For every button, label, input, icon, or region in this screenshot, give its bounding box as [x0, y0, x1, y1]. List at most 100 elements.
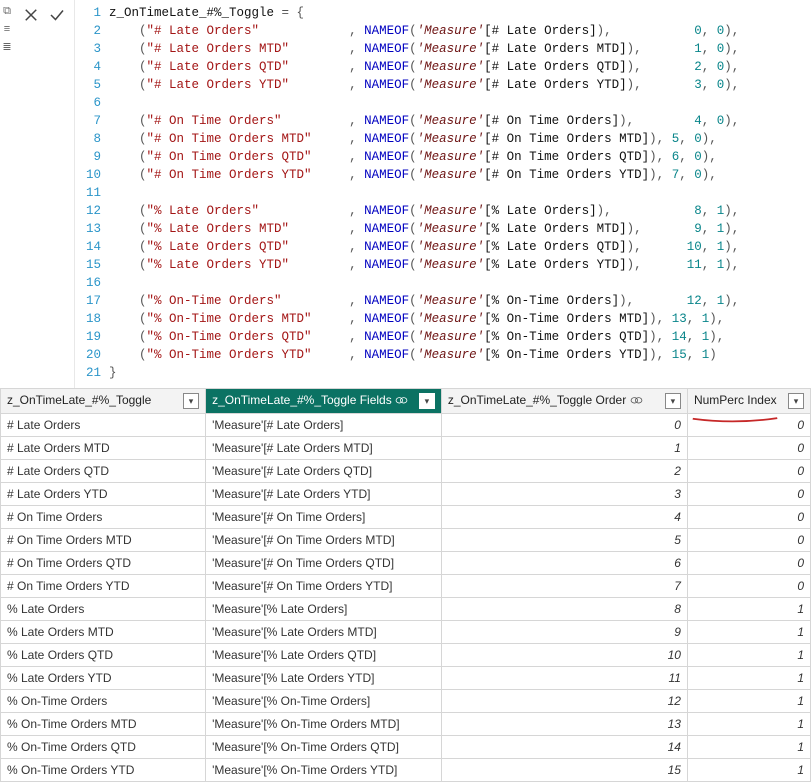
formula-toolbar — [14, 0, 74, 26]
column-header-numperc[interactable]: NumPerc Index ▾ — [687, 389, 810, 414]
table-row[interactable]: % Late Orders QTD'Measure'[% Late Orders… — [1, 644, 811, 667]
column-header-fields[interactable]: z_OnTimeLate_#%_Toggle Fields ▾ — [206, 389, 442, 414]
cell-numperc: 0 — [687, 460, 810, 483]
column-header-label: NumPerc Index — [694, 393, 777, 407]
cell-fields: 'Measure'[% On-Time Orders] — [206, 690, 442, 713]
table-row[interactable]: # On Time Orders YTD'Measure'[# On Time … — [1, 575, 811, 598]
table-row[interactable]: # Late Orders'Measure'[# Late Orders]00 — [1, 414, 811, 437]
cell-fields: 'Measure'[# On Time Orders YTD] — [206, 575, 442, 598]
code-line: 4 ("# Late Orders QTD"........, NAMEOF('… — [75, 58, 811, 76]
cell-order: 15 — [441, 759, 687, 782]
table-row[interactable]: % On-Time Orders QTD'Measure'[% On-Time … — [1, 736, 811, 759]
dax-editor[interactable]: 1z_OnTimeLate_#%_Toggle = {2 ("# Late Or… — [74, 0, 811, 388]
code-line: 8 ("# On Time Orders MTD"....., NAMEOF('… — [75, 130, 811, 148]
cell-order: 13 — [441, 713, 687, 736]
cell-toggle: # Late Orders — [1, 414, 206, 437]
cell-fields: 'Measure'[% On-Time Orders YTD] — [206, 759, 442, 782]
cell-fields: 'Measure'[% On-Time Orders QTD] — [206, 736, 442, 759]
cell-order: 6 — [441, 552, 687, 575]
cell-numperc: 0 — [687, 552, 810, 575]
related-icon — [630, 394, 643, 404]
cancel-button[interactable] — [20, 4, 42, 26]
code-line: 19 ("% On-Time Orders QTD"....., NAMEOF(… — [75, 328, 811, 346]
code-line: 18 ("% On-Time Orders MTD"....., NAMEOF(… — [75, 310, 811, 328]
cell-order: 5 — [441, 529, 687, 552]
code-line: 20 ("% On-Time Orders YTD"....., NAMEOF(… — [75, 346, 811, 364]
dropdown-icon[interactable]: ▾ — [419, 393, 435, 409]
table-row[interactable]: % On-Time Orders MTD'Measure'[% On-Time … — [1, 713, 811, 736]
cell-toggle: # Late Orders QTD — [1, 460, 206, 483]
cell-numperc: 0 — [687, 575, 810, 598]
table-row[interactable]: % On-Time Orders'Measure'[% On-Time Orde… — [1, 690, 811, 713]
dropdown-icon[interactable]: ▾ — [183, 393, 199, 409]
table-row[interactable]: # On Time Orders MTD'Measure'[# On Time … — [1, 529, 811, 552]
cell-order: 9 — [441, 621, 687, 644]
code-line: 13 ("% Late Orders MTD"........, NAMEOF(… — [75, 220, 811, 238]
cell-toggle: # Late Orders YTD — [1, 483, 206, 506]
cell-numperc: 0 — [687, 529, 810, 552]
cell-numperc: 0 — [687, 506, 810, 529]
result-table: z_OnTimeLate_#%_Toggle ▾ z_OnTimeLate_#%… — [0, 388, 811, 782]
cell-fields: 'Measure'[# On Time Orders QTD] — [206, 552, 442, 575]
cell-fields: 'Measure'[# Late Orders MTD] — [206, 437, 442, 460]
code-line: 1z_OnTimeLate_#%_Toggle = { — [75, 4, 811, 22]
cell-numperc: 1 — [687, 736, 810, 759]
commit-button[interactable] — [46, 4, 68, 26]
cell-numperc: 1 — [687, 690, 810, 713]
table-row[interactable]: # Late Orders YTD'Measure'[# Late Orders… — [1, 483, 811, 506]
column-header-label: z_OnTimeLate_#%_Toggle — [7, 393, 151, 407]
cell-order: 0 — [441, 414, 687, 437]
cell-numperc: 1 — [687, 621, 810, 644]
code-line: 6 — [75, 94, 811, 112]
cell-fields: 'Measure'[% Late Orders MTD] — [206, 621, 442, 644]
cell-order: 7 — [441, 575, 687, 598]
cell-toggle: % On-Time Orders — [1, 690, 206, 713]
code-line: 17 ("% On-Time Orders"........., NAMEOF(… — [75, 292, 811, 310]
cell-toggle: # On Time Orders MTD — [1, 529, 206, 552]
side-ribbon: ⧉ ≡ ≣ — [0, 0, 14, 56]
table-row[interactable]: % Late Orders MTD'Measure'[% Late Orders… — [1, 621, 811, 644]
cell-numperc: 0 — [687, 437, 810, 460]
cell-numperc: 1 — [687, 713, 810, 736]
table-row[interactable]: # On Time Orders'Measure'[# On Time Orde… — [1, 506, 811, 529]
related-icon — [395, 394, 408, 404]
cell-numperc: 0 — [687, 483, 810, 506]
code-line: 7 ("# On Time Orders"........., NAMEOF('… — [75, 112, 811, 130]
cell-fields: 'Measure'[# Late Orders QTD] — [206, 460, 442, 483]
cell-order: 3 — [441, 483, 687, 506]
check-icon — [48, 6, 66, 24]
close-icon — [22, 6, 40, 24]
cell-toggle: % On-Time Orders YTD — [1, 759, 206, 782]
code-line: 3 ("# Late Orders MTD"........, NAMEOF('… — [75, 40, 811, 58]
table-row[interactable]: % On-Time Orders YTD'Measure'[% On-Time … — [1, 759, 811, 782]
cell-fields: 'Measure'[# Late Orders] — [206, 414, 442, 437]
table-row[interactable]: % Late Orders YTD'Measure'[% Late Orders… — [1, 667, 811, 690]
code-line: 2 ("# Late Orders"............, NAMEOF('… — [75, 22, 811, 40]
cell-order: 1 — [441, 437, 687, 460]
cell-numperc: 1 — [687, 667, 810, 690]
table-row[interactable]: # Late Orders QTD'Measure'[# Late Orders… — [1, 460, 811, 483]
cell-toggle: % Late Orders YTD — [1, 667, 206, 690]
cell-numperc: 1 — [687, 598, 810, 621]
table-row[interactable]: # On Time Orders QTD'Measure'[# On Time … — [1, 552, 811, 575]
dropdown-icon[interactable]: ▾ — [788, 393, 804, 409]
cell-toggle: # On Time Orders QTD — [1, 552, 206, 575]
column-header-toggle[interactable]: z_OnTimeLate_#%_Toggle ▾ — [1, 389, 206, 414]
code-line: 9 ("# On Time Orders QTD"....., NAMEOF('… — [75, 148, 811, 166]
table-row[interactable]: # Late Orders MTD'Measure'[# Late Orders… — [1, 437, 811, 460]
cell-toggle: % On-Time Orders MTD — [1, 713, 206, 736]
cell-order: 4 — [441, 506, 687, 529]
cell-fields: 'Measure'[# Late Orders YTD] — [206, 483, 442, 506]
column-header-order[interactable]: z_OnTimeLate_#%_Toggle Order ▾ — [441, 389, 687, 414]
cell-toggle: # Late Orders MTD — [1, 437, 206, 460]
cell-order: 2 — [441, 460, 687, 483]
cell-toggle: % On-Time Orders QTD — [1, 736, 206, 759]
cell-fields: 'Measure'[% Late Orders] — [206, 598, 442, 621]
cell-toggle: # On Time Orders YTD — [1, 575, 206, 598]
table-row[interactable]: % Late Orders'Measure'[% Late Orders]81 — [1, 598, 811, 621]
cell-order: 8 — [441, 598, 687, 621]
code-line: 16 — [75, 274, 811, 292]
dropdown-icon[interactable]: ▾ — [665, 393, 681, 409]
column-header-label: z_OnTimeLate_#%_Toggle Order — [448, 393, 626, 407]
code-line: 10 ("# On Time Orders YTD"....., NAMEOF(… — [75, 166, 811, 184]
